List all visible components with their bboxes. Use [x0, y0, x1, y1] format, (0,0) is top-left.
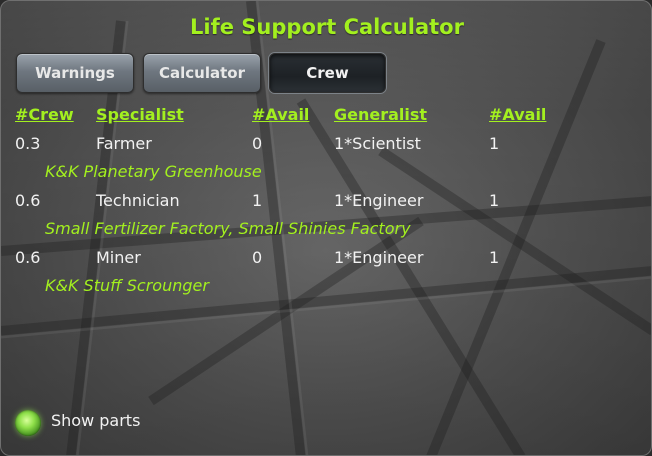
- row-generalist-avail: 1: [489, 191, 500, 210]
- row-parts: K&K Stuff Scrounger: [45, 276, 209, 295]
- row-generalist: 1*Engineer: [334, 248, 424, 267]
- row-generalist: 1*Scientist: [334, 134, 421, 153]
- row-generalist: 1*Engineer: [334, 191, 424, 210]
- row-crew: 0.6: [15, 191, 41, 210]
- row-specialist: Technician: [96, 191, 180, 210]
- row-parts: K&K Planetary Greenhouse: [45, 162, 262, 181]
- tab-crew[interactable]: Crew: [269, 53, 386, 93]
- row-specialist: Farmer: [96, 134, 152, 153]
- row-crew: 0.3: [15, 134, 41, 153]
- show-parts-toggle[interactable]: [15, 410, 41, 436]
- row-crew: 0.6: [15, 248, 41, 267]
- tab-warnings[interactable]: Warnings: [16, 53, 134, 93]
- tab-calculator[interactable]: Calculator: [143, 53, 261, 93]
- header-specialist-avail[interactable]: #Avail: [252, 105, 309, 124]
- row-generalist-avail: 1: [489, 134, 500, 153]
- row-specialist: Miner: [96, 248, 141, 267]
- header-generalist[interactable]: Generalist: [334, 105, 427, 124]
- row-avail: 0: [252, 134, 263, 153]
- life-support-window: Life Support Calculator Warnings Calcula…: [0, 0, 652, 456]
- row-avail: 1: [252, 191, 263, 210]
- show-parts-label[interactable]: Show parts: [51, 411, 140, 430]
- header-generalist-avail[interactable]: #Avail: [489, 105, 546, 124]
- row-parts: Small Fertilizer Factory, Small Shinies …: [45, 219, 411, 238]
- row-avail: 0: [252, 248, 263, 267]
- header-crew[interactable]: #Crew: [15, 105, 74, 124]
- window-title: Life Support Calculator: [190, 15, 464, 39]
- row-generalist-avail: 1: [489, 248, 500, 267]
- header-specialist[interactable]: Specialist: [96, 105, 184, 124]
